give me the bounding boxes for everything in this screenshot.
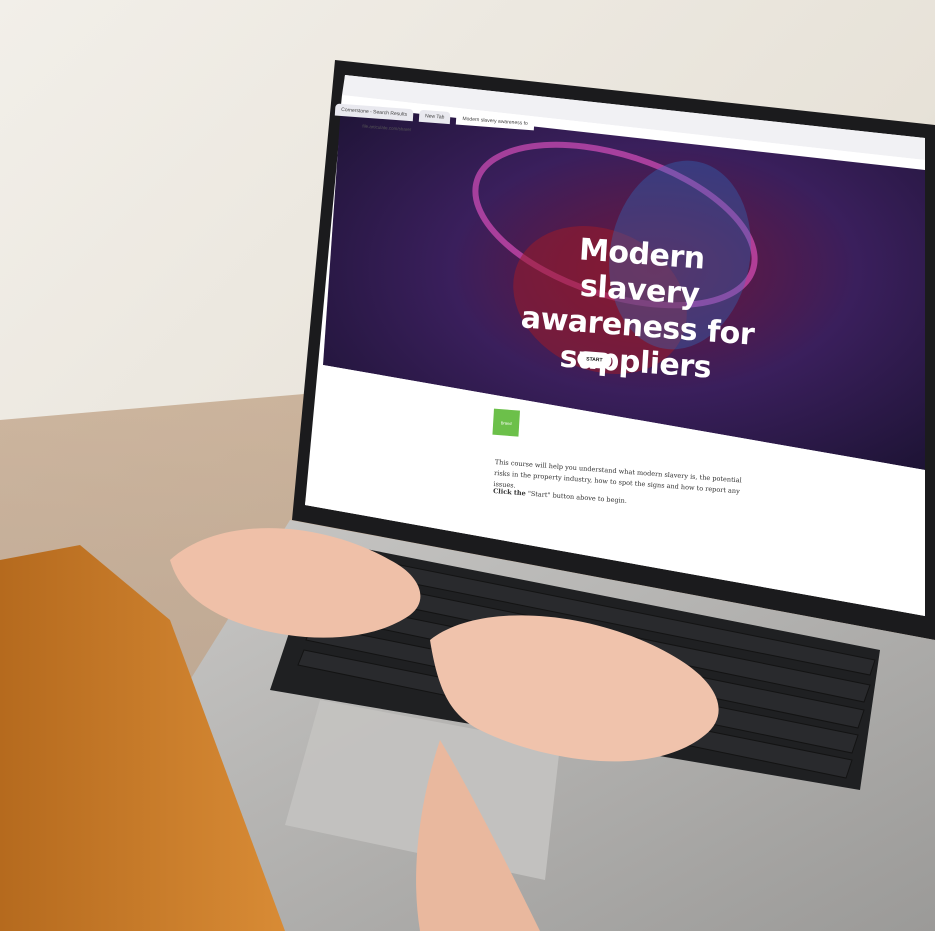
browser-tab-active[interactable]: Modern slavery awareness fo: [456, 112, 535, 131]
brand-logo-text: Brand: [500, 419, 512, 426]
photo-scene: Cornerstone - Search Results New Tab Mod…: [0, 0, 935, 931]
course-title: Modern slavery awareness for suppliers: [514, 228, 763, 390]
cta-bold: Click the: [492, 486, 527, 498]
screen-content: Cornerstone - Search Results New Tab Mod…: [299, 95, 935, 662]
browser-tab[interactable]: New Tab: [418, 109, 451, 125]
url-text: file.articulate.com/share/: [362, 123, 412, 133]
start-button[interactable]: START: [576, 350, 612, 370]
browser-tab[interactable]: Cornerstone - Search Results: [334, 103, 414, 122]
brand-logo: Brand: [492, 408, 520, 437]
